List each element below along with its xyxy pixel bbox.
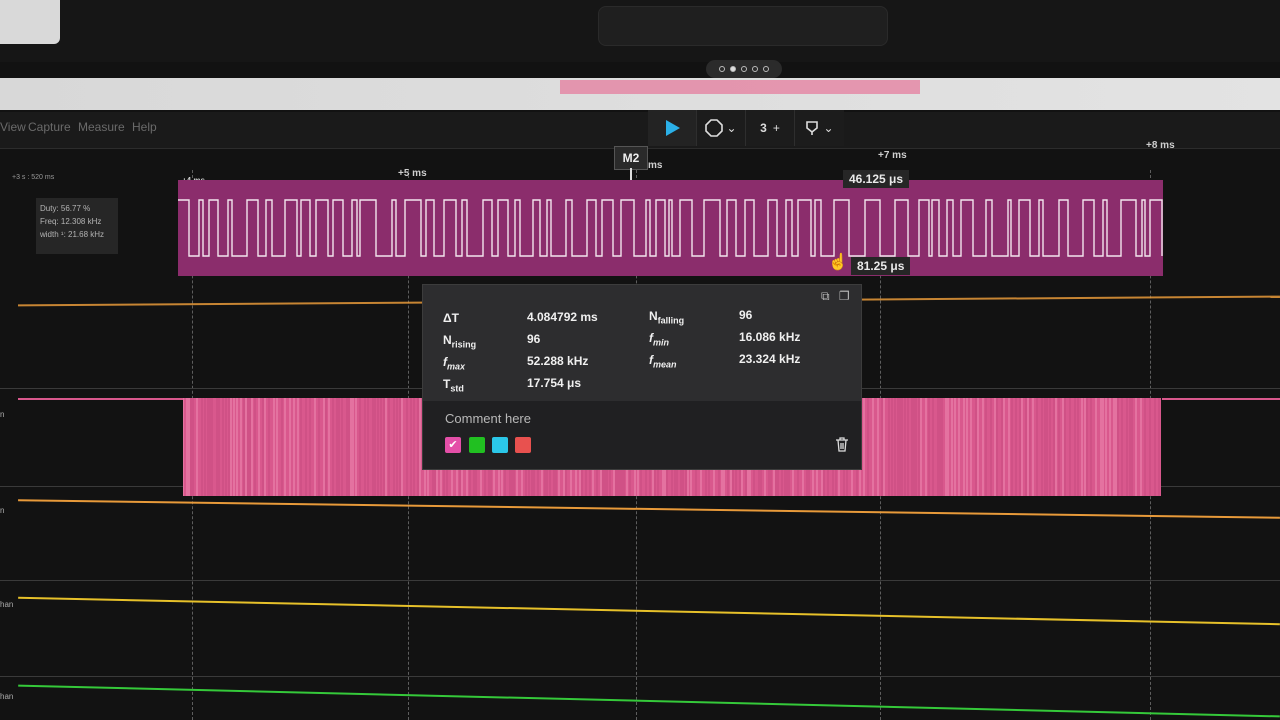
title-accent bbox=[560, 80, 920, 94]
tick-label: +8 ms bbox=[1146, 140, 1175, 151]
camera-notch bbox=[598, 6, 888, 46]
width-value: width ¹: 21.68 kHz bbox=[40, 230, 105, 239]
tick-label: ms bbox=[648, 160, 663, 171]
menu-help[interactable]: Help bbox=[132, 120, 157, 134]
delta-t-label: ΔT bbox=[443, 311, 459, 325]
marker-button[interactable]: ⌄ bbox=[795, 110, 843, 146]
tick-label: +7 ms bbox=[878, 150, 907, 161]
f-mean-label: fmean bbox=[649, 353, 677, 370]
menu-capture[interactable]: Capture bbox=[28, 120, 71, 134]
duty-value: Duty: 56.77 % bbox=[40, 204, 91, 213]
bezel-highlight bbox=[0, 0, 60, 44]
marker-m2-line bbox=[630, 168, 632, 180]
f-max-label: fmax bbox=[443, 355, 466, 372]
f-min-value: 16.086 kHz bbox=[739, 330, 801, 344]
channel-trace bbox=[18, 398, 183, 400]
pager-dot[interactable] bbox=[763, 66, 769, 72]
menu-view[interactable]: View bbox=[0, 120, 26, 134]
marker-m2[interactable]: M2 bbox=[614, 146, 648, 170]
channel-label: han bbox=[0, 692, 14, 701]
expand-icon[interactable]: ⧉ bbox=[821, 289, 830, 303]
comment-input[interactable]: Comment here bbox=[445, 411, 531, 426]
channel-trace bbox=[18, 684, 1280, 718]
channel-label: n bbox=[0, 506, 5, 515]
n-rising-label: Nrising bbox=[443, 333, 477, 350]
channel-separator bbox=[0, 676, 1280, 677]
f-max-value: 52.288 kHz bbox=[527, 354, 589, 368]
chevron-down-icon: ⌄ bbox=[823, 121, 834, 135]
step-count: 3 bbox=[760, 121, 767, 135]
menubar bbox=[0, 112, 1280, 149]
step-button[interactable]: 3 + bbox=[746, 110, 795, 146]
trash-icon[interactable] bbox=[835, 437, 849, 455]
ruler-offset: +3 s : 520 ms bbox=[12, 174, 55, 181]
hand-cursor-icon: ☝ bbox=[828, 254, 848, 271]
color-swatch-pink-selected[interactable]: ✔ bbox=[445, 437, 461, 453]
trigger-button[interactable]: ⌄ bbox=[697, 110, 746, 146]
waveform-trace bbox=[178, 199, 1163, 257]
f-min-label: fmin bbox=[649, 331, 670, 348]
copy-icon[interactable]: ❐ bbox=[839, 289, 850, 303]
delta-t-value: 4.084792 ms bbox=[527, 310, 598, 324]
workspace-pager[interactable] bbox=[706, 60, 782, 78]
channel-trace bbox=[18, 596, 1280, 626]
period-readout: 81.25 μs bbox=[851, 257, 911, 275]
color-swatch-green[interactable] bbox=[469, 437, 485, 453]
n-rising-value: 96 bbox=[527, 332, 541, 346]
tick-label: +5 ms bbox=[398, 168, 427, 179]
measurement-popup: ⧉ ❐ ΔT 4.084792 ms Nfalling 96 Nrising 9… bbox=[422, 284, 862, 470]
add-icon: + bbox=[772, 121, 780, 135]
channel-measurement-box: Duty: 56.77 % Freq: 12.308 kHz width ¹: … bbox=[36, 198, 118, 254]
color-swatch-cyan[interactable] bbox=[492, 437, 508, 453]
pager-dot[interactable] bbox=[719, 66, 725, 72]
freq-value: Freq: 12.308 kHz bbox=[40, 217, 102, 226]
t-std-label: Tstd bbox=[443, 377, 464, 394]
trigger-octagon-icon bbox=[705, 119, 724, 137]
chevron-down-icon: ⌄ bbox=[726, 121, 737, 135]
popup-actions: ⧉ ❐ bbox=[821, 289, 850, 304]
n-falling-value: 96 bbox=[739, 308, 753, 322]
pager-dot-active[interactable] bbox=[730, 66, 736, 72]
play-button[interactable] bbox=[648, 110, 697, 146]
play-icon bbox=[666, 120, 680, 136]
menu-measure[interactable]: Measure bbox=[78, 120, 125, 134]
pager-dot[interactable] bbox=[752, 66, 758, 72]
channel-trace bbox=[1162, 398, 1280, 400]
n-falling-label: Nfalling bbox=[649, 309, 685, 326]
pager-dot[interactable] bbox=[741, 66, 747, 72]
channel-label: han bbox=[0, 600, 14, 609]
channel-label: n bbox=[0, 410, 5, 419]
channel-trace bbox=[18, 499, 1280, 519]
capture-toolbar: ⌄ 3 + ⌄ bbox=[648, 110, 844, 146]
pulse-width-readout: 46.125 μs bbox=[843, 170, 910, 188]
channel-0-waveform bbox=[178, 199, 1163, 257]
color-swatch-red[interactable] bbox=[515, 437, 531, 453]
channel-separator bbox=[0, 580, 1280, 581]
t-std-value: 17.754 μs bbox=[527, 376, 582, 390]
marker-flag-icon bbox=[806, 121, 819, 135]
f-mean-value: 23.324 kHz bbox=[739, 352, 801, 366]
